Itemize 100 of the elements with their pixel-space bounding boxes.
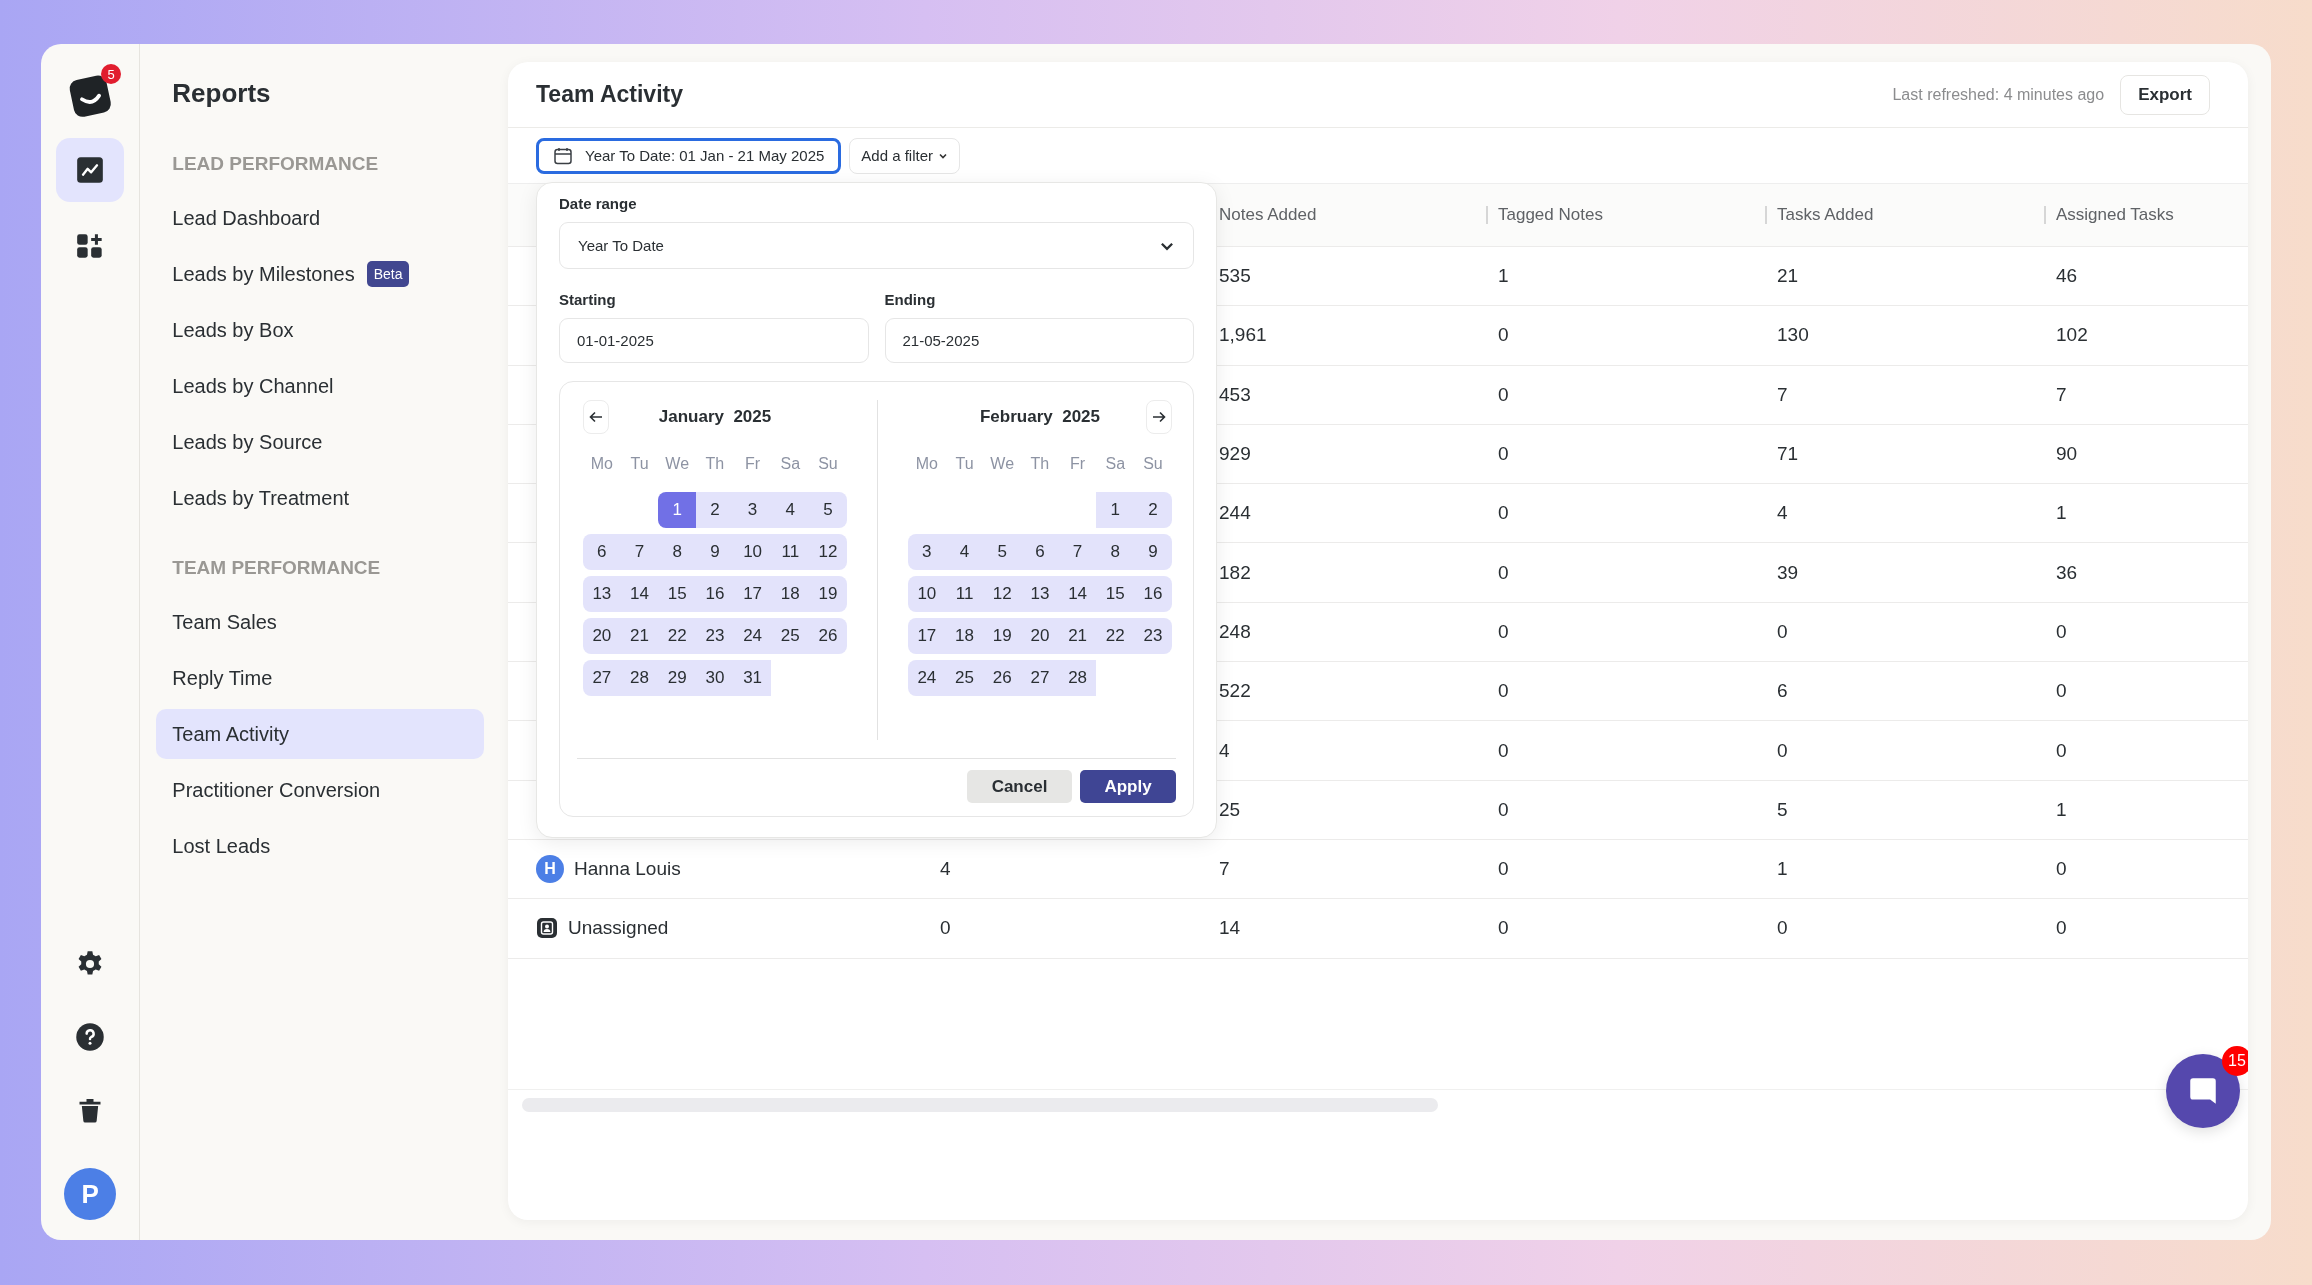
table-cell: 522 — [1219, 680, 1251, 703]
calendar-day[interactable]: 3 — [733, 492, 772, 528]
calendar-day[interactable]: 15 — [1096, 576, 1135, 612]
column-header: Assigned Tasks — [2056, 205, 2174, 225]
previous-month-button[interactable] — [583, 400, 609, 434]
calendar-day[interactable]: 17 — [908, 618, 946, 654]
reports-nav-button[interactable] — [56, 138, 125, 202]
calendar-day[interactable]: 1 — [1096, 492, 1135, 528]
calendar-day[interactable]: 23 — [696, 618, 734, 654]
sidebar-item[interactable]: Practitioner Conversion — [156, 765, 484, 815]
calendar-day[interactable]: 7 — [620, 534, 659, 570]
sidebar-item[interactable]: Team Activity — [156, 709, 484, 759]
apply-button[interactable]: Apply — [1080, 770, 1176, 803]
calendar-day[interactable]: 10 — [733, 534, 772, 570]
weekday-label: Mo — [589, 454, 614, 474]
calendar-day[interactable]: 30 — [696, 660, 734, 696]
sidebar-item[interactable]: Leads by Box — [156, 305, 484, 355]
next-month-button[interactable] — [1146, 400, 1172, 434]
calendar-day[interactable]: 22 — [658, 618, 697, 654]
end-date-field[interactable]: 21-05-2025 — [884, 318, 1194, 363]
sidebar-item[interactable]: Team Sales — [156, 597, 484, 647]
sidebar-item-label: Lead Dashboard — [172, 206, 321, 230]
calendar-day[interactable]: 27 — [1021, 660, 1059, 696]
table-cell: 4 — [1219, 739, 1230, 762]
cancel-button[interactable]: Cancel — [967, 770, 1072, 803]
calendar-day[interactable]: 7 — [1058, 534, 1097, 570]
date-range-select[interactable]: Year To Date — [559, 222, 1194, 269]
calendar-day[interactable]: 28 — [1058, 660, 1097, 696]
calendar-day[interactable]: 14 — [1058, 576, 1097, 612]
calendar-day[interactable]: 2 — [1134, 492, 1172, 528]
table-cell: 929 — [1219, 443, 1251, 466]
calendar-day[interactable]: 28 — [620, 660, 659, 696]
sidebar-item[interactable]: Leads by Treatment — [156, 473, 484, 523]
help-icon[interactable] — [75, 1022, 106, 1052]
calendar-day[interactable]: 29 — [658, 660, 697, 696]
calendar-day[interactable]: 27 — [583, 660, 621, 696]
sidebar-item[interactable]: Leads by Source — [156, 417, 484, 467]
calendar-day[interactable]: 9 — [1134, 534, 1172, 570]
calendar-day[interactable]: 24 — [908, 660, 946, 696]
calendar-day[interactable]: 26 — [809, 618, 847, 654]
add-filter-button[interactable]: Add a filter — [849, 137, 961, 174]
weekday-label: Th — [1029, 454, 1051, 474]
calendar-day[interactable]: 18 — [771, 576, 810, 612]
user-avatar[interactable]: P — [64, 1168, 117, 1220]
sidebar-item[interactable]: Lost Leads — [156, 821, 484, 871]
date-range-button[interactable]: Year To Date: 01 Jan - 21 May 2025 — [536, 137, 842, 174]
calendar-day[interactable]: 14 — [620, 576, 659, 612]
calendar-day[interactable]: 5 — [809, 492, 847, 528]
calendar-day[interactable]: 26 — [983, 660, 1022, 696]
start-date-field[interactable]: 01-01-2025 — [559, 318, 869, 363]
month-title: February 2025 — [980, 407, 1100, 427]
calendar-day[interactable]: 16 — [696, 576, 734, 612]
calendar-day[interactable]: 11 — [771, 534, 810, 570]
calendar-day[interactable]: 19 — [983, 618, 1022, 654]
sidebar-item[interactable]: Lead Dashboard — [156, 193, 484, 243]
calendar-day[interactable]: 15 — [658, 576, 697, 612]
member-name: Unassigned — [568, 917, 669, 940]
sidebar-item[interactable]: Reply Time — [156, 653, 484, 703]
calendar-day[interactable]: 13 — [583, 576, 621, 612]
calendar-day[interactable]: 5 — [983, 534, 1022, 570]
calendar-day[interactable]: 13 — [1021, 576, 1059, 612]
calendar-day[interactable]: 17 — [733, 576, 772, 612]
section-heading: TEAM PERFORMANCE — [172, 557, 382, 579]
calendar-day[interactable]: 10 — [908, 576, 946, 612]
export-button[interactable]: Export — [2120, 74, 2210, 115]
calendar-day[interactable]: 1 — [658, 492, 697, 528]
member-name: Hanna Louis — [574, 858, 681, 881]
calendar-day[interactable]: 20 — [583, 618, 621, 654]
calendar-day[interactable]: 12 — [809, 534, 847, 570]
calendar-day[interactable]: 6 — [1021, 534, 1059, 570]
calendar-day[interactable]: 21 — [1058, 618, 1097, 654]
calendar-day[interactable]: 22 — [1096, 618, 1135, 654]
calendar-day[interactable]: 8 — [1096, 534, 1135, 570]
calendar-day[interactable]: 24 — [733, 618, 772, 654]
sidebar-item[interactable]: Leads by Milestones Beta — [156, 249, 484, 299]
sidebar-item[interactable]: Leads by Channel — [156, 361, 484, 411]
calendar-day[interactable]: 18 — [945, 618, 984, 654]
calendar-day[interactable]: 20 — [1021, 618, 1059, 654]
calendar-day[interactable]: 2 — [696, 492, 734, 528]
calendar-day[interactable]: 4 — [945, 534, 984, 570]
calendar-day[interactable]: 6 — [583, 534, 621, 570]
calendar-day[interactable]: 25 — [771, 618, 810, 654]
calendar-day[interactable]: 31 — [733, 660, 772, 696]
table-cell: 0 — [1498, 561, 1509, 584]
calendar-day[interactable]: 11 — [945, 576, 984, 612]
table-cell: 244 — [1219, 502, 1251, 525]
table-cell: 4 — [940, 858, 951, 881]
calendar-day[interactable]: 23 — [1134, 618, 1172, 654]
calendar-day[interactable]: 4 — [771, 492, 810, 528]
table-cell: 102 — [2056, 324, 2088, 347]
beta-badge: Beta — [366, 261, 410, 287]
calendar-day[interactable]: 8 — [658, 534, 697, 570]
calendar-day[interactable]: 3 — [908, 534, 946, 570]
calendar-day[interactable]: 25 — [945, 660, 984, 696]
calendar-day[interactable]: 12 — [983, 576, 1022, 612]
calendar-day[interactable]: 16 — [1134, 576, 1172, 612]
field-label: Starting — [559, 291, 617, 308]
calendar-day[interactable]: 9 — [696, 534, 734, 570]
calendar-day[interactable]: 21 — [620, 618, 659, 654]
calendar-day[interactable]: 19 — [809, 576, 847, 612]
